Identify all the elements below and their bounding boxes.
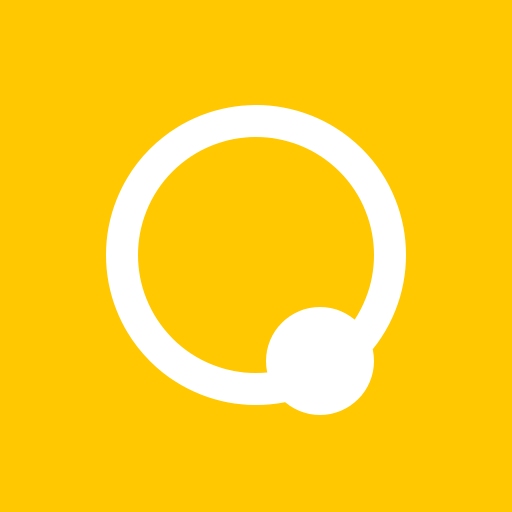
ring-with-dot-logo-icon (0, 0, 512, 512)
icon-background (0, 0, 512, 512)
ring-dot (266, 307, 374, 415)
app-icon-tile (0, 0, 512, 512)
